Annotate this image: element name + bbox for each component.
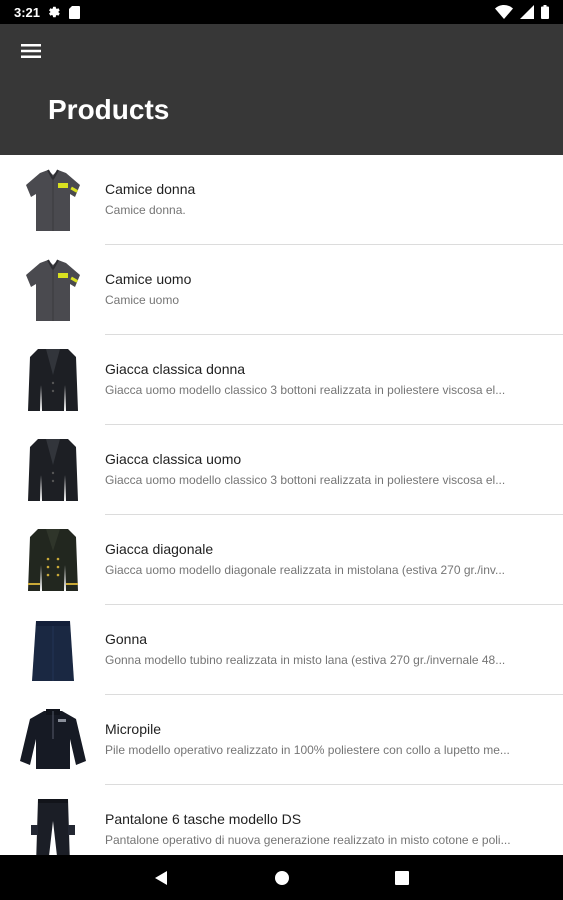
product-item[interactable]: Giacca classica uomo Giacca uomo modello… xyxy=(0,425,563,515)
product-title: Giacca classica uomo xyxy=(105,451,242,467)
product-description: Pile modello operativo realizzato in 100… xyxy=(105,743,510,757)
product-description: Camice uomo xyxy=(105,293,180,307)
app-toolbar: Products xyxy=(0,24,563,155)
battery-icon xyxy=(541,5,549,19)
wifi-icon xyxy=(495,5,513,19)
product-description: Pantalone operativo di nuova generazione… xyxy=(105,833,511,847)
product-item[interactable]: Giacca classica donna Giacca uomo modell… xyxy=(0,335,563,425)
product-item[interactable]: Giacca diagonale Giacca uomo modello dia… xyxy=(0,515,563,605)
status-bar: 3:21 xyxy=(0,0,563,24)
product-title: Gonna xyxy=(105,631,148,647)
product-item[interactable]: Micropile Pile modello operativo realizz… xyxy=(0,695,563,785)
status-right xyxy=(495,0,549,24)
sd-card-icon xyxy=(69,5,81,19)
product-title: Micropile xyxy=(105,721,162,737)
skirt-image xyxy=(32,621,74,681)
home-button[interactable] xyxy=(262,863,302,893)
page-title: Products xyxy=(48,94,170,125)
jacket-image xyxy=(28,439,78,501)
product-title: Pantalone 6 tasche modello DS xyxy=(105,811,302,827)
fleece-image xyxy=(20,709,86,769)
product-description: Giacca uomo modello diagonale realizzata… xyxy=(105,563,505,577)
home-icon xyxy=(275,871,289,885)
back-icon xyxy=(155,871,167,885)
navigation-bar xyxy=(0,855,563,900)
status-left: 3:21 xyxy=(14,0,81,24)
shirt-image xyxy=(26,259,80,321)
product-description: Giacca uomo modello classico 3 bottoni r… xyxy=(105,383,506,397)
uniform-jacket-image xyxy=(28,529,78,591)
recents-icon xyxy=(395,871,409,885)
product-title: Camice donna xyxy=(105,181,196,197)
menu-icon xyxy=(21,44,41,58)
product-title: Camice uomo xyxy=(105,271,192,287)
menu-button[interactable] xyxy=(16,36,46,66)
settings-icon xyxy=(49,6,60,17)
shirt-image xyxy=(26,169,80,231)
product-title: Giacca diagonale xyxy=(105,541,214,557)
product-description: Gonna modello tubino realizzata in misto… xyxy=(105,653,506,667)
back-button[interactable] xyxy=(141,863,181,893)
product-item[interactable]: Gonna Gonna modello tubino realizzata in… xyxy=(0,605,563,695)
product-list[interactable]: Camice donna Camice donna. Camice uomo C… xyxy=(0,155,563,855)
status-time: 3:21 xyxy=(14,4,41,20)
jacket-image xyxy=(28,349,78,411)
product-item[interactable]: Camice donna Camice donna. xyxy=(0,155,563,245)
product-description: Camice donna. xyxy=(105,203,186,217)
product-item[interactable]: Camice uomo Camice uomo xyxy=(0,245,563,335)
trousers-image xyxy=(31,799,75,855)
product-title: Giacca classica donna xyxy=(105,361,246,377)
signal-icon xyxy=(520,5,534,19)
product-item[interactable]: Pantalone 6 tasche modello DS Pantalone … xyxy=(0,785,563,855)
recents-button[interactable] xyxy=(382,863,422,893)
product-description: Giacca uomo modello classico 3 bottoni r… xyxy=(105,473,506,487)
